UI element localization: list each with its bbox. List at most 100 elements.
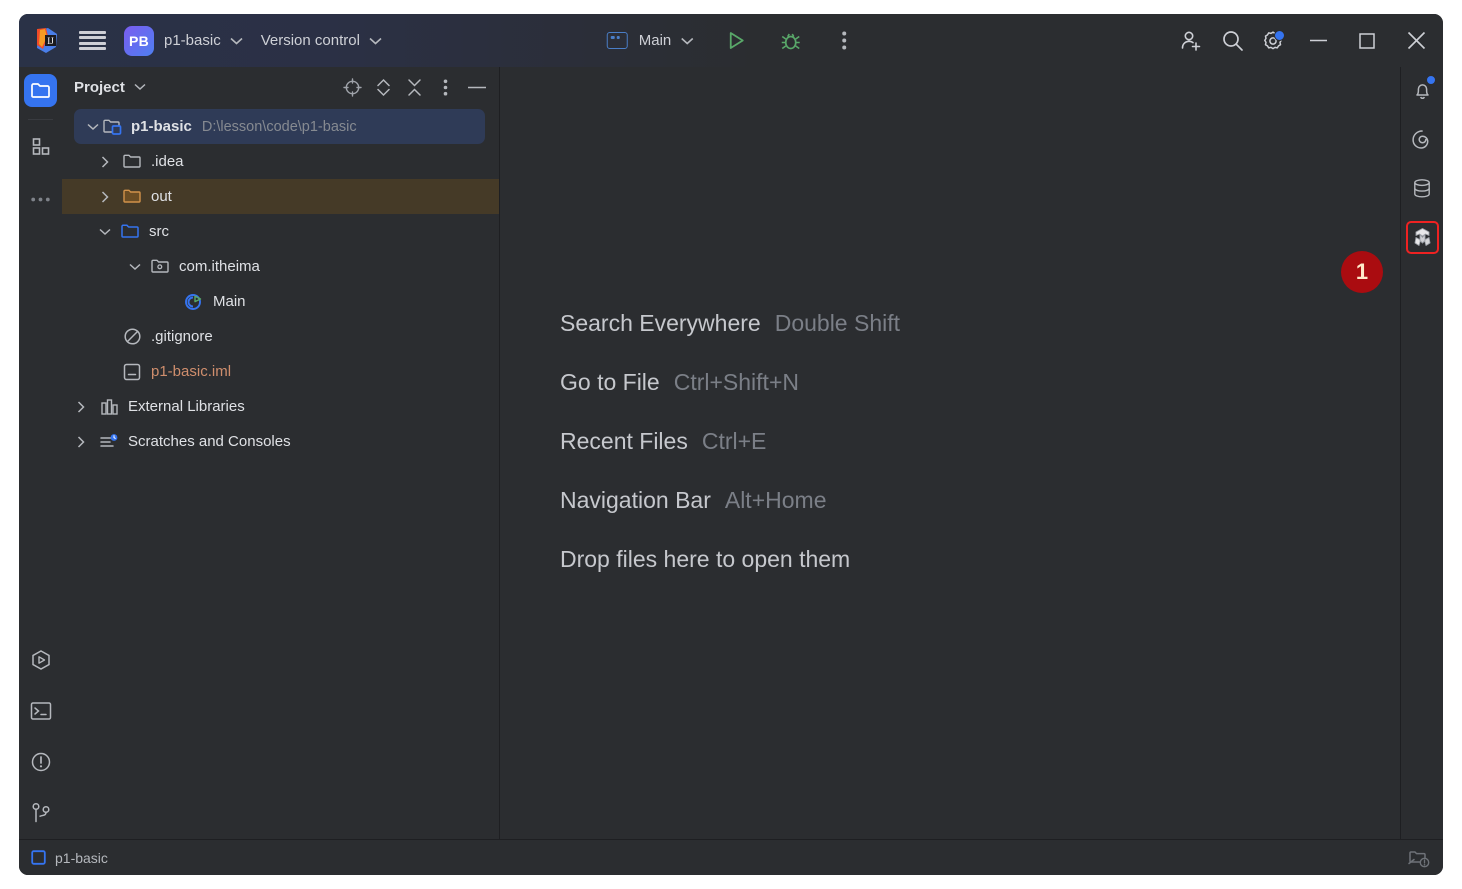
chevron-right-icon[interactable] [72, 400, 89, 413]
collapse-all-button[interactable] [400, 73, 429, 102]
tree-row-main[interactable]: Main [62, 284, 499, 319]
select-opened-file-button[interactable] [338, 73, 367, 102]
chevron-down-icon[interactable] [126, 263, 143, 271]
settings-button[interactable] [1254, 22, 1292, 60]
editor-hints: Search Everywhere Double Shift Go to Fil… [560, 310, 900, 605]
tree-row-src[interactable]: src [62, 214, 499, 249]
collapse-all-icon [407, 78, 422, 97]
debug-button[interactable] [771, 22, 809, 60]
hint-shortcut: Alt+Home [724, 487, 827, 513]
more-vertical-icon [842, 31, 847, 50]
hint-title: Drop files here to open them [560, 546, 851, 572]
sidebar-item-terminal[interactable] [24, 694, 57, 727]
chevron-right-icon[interactable] [96, 190, 113, 203]
module-square-icon [31, 850, 46, 865]
run-play-icon [726, 30, 747, 51]
status-bar-left: p1-basic [31, 850, 108, 866]
sidebar-item-problems[interactable] [24, 745, 57, 778]
sidebar-item-version-control[interactable] [24, 796, 57, 829]
chevron-down-icon [680, 37, 693, 45]
hint-shortcut: Ctrl+Shift+N [673, 369, 799, 395]
tree-label: out [151, 188, 172, 205]
chevron-down-icon [369, 37, 382, 45]
add-account-button[interactable] [1172, 22, 1210, 60]
project-folder-icon [101, 118, 123, 135]
run-button[interactable] [717, 22, 755, 60]
project-avatar: PB [124, 25, 154, 56]
tree-label: p1-basic.iml [151, 363, 232, 380]
crosshair-icon [343, 77, 362, 97]
more-vertical-icon [443, 79, 448, 96]
version-control-label: Version control [260, 32, 360, 49]
tree-label: External Libraries [128, 398, 245, 415]
libraries-icon [98, 398, 120, 416]
ellipsis-icon [31, 197, 50, 202]
editor-empty-area[interactable]: Search Everywhere Double Shift Go to Fil… [500, 67, 1400, 839]
tree-label: src [149, 223, 169, 240]
chevron-down-icon [230, 37, 243, 45]
hint-title: Recent Files [560, 428, 688, 454]
project-panel-actions [338, 73, 491, 102]
project-name-label: p1-basic [164, 32, 221, 49]
hint-drop-files: Drop files here to open them [560, 546, 900, 573]
tree-row-p1-basic[interactable]: p1-basic D:\lesson\code\p1-basic [74, 109, 485, 144]
chevron-right-icon[interactable] [72, 435, 89, 448]
hide-panel-button[interactable] [462, 73, 491, 102]
sidebar-item-project[interactable] [24, 74, 57, 107]
project-tree[interactable]: p1-basic D:\lesson\code\p1-basic .idea o… [62, 107, 499, 839]
scratches-icon [98, 433, 120, 451]
package-icon [149, 258, 171, 275]
tree-row-out[interactable]: out [62, 179, 499, 214]
minimize-window-button[interactable] [1295, 14, 1341, 67]
sidebar-item-run[interactable] [24, 643, 57, 676]
sidebar-item-notifications[interactable] [1406, 74, 1439, 107]
ide-body: Project p1-basic D:\lesson\code\p1-basic… [19, 67, 1443, 839]
toolbar-left-group: IJ PB p1-basic Version control [19, 14, 391, 67]
hint-recent-files: Recent Files Ctrl+E [560, 428, 900, 455]
run-configuration-selector[interactable]: Main [599, 24, 702, 58]
version-control-widget[interactable]: Version control [252, 14, 391, 67]
toolbar-right-group [1172, 14, 1443, 67]
project-widget[interactable]: PB p1-basic [115, 14, 252, 67]
sidebar-item-maven[interactable] [1405, 221, 1439, 254]
maven-icon [1411, 226, 1434, 249]
chevron-right-icon[interactable] [96, 155, 113, 168]
hint-title: Go to File [560, 369, 660, 395]
folder-excluded-icon [121, 188, 143, 205]
tree-label: .idea [151, 153, 184, 170]
tree-row-iml[interactable]: p1-basic.iml [62, 354, 499, 389]
hint-go-to-file: Go to File Ctrl+Shift+N [560, 369, 900, 396]
project-panel-header: Project [62, 67, 499, 107]
maximize-window-button[interactable] [1344, 14, 1390, 67]
file-sync-icon[interactable] [1406, 847, 1431, 869]
left-rail-bottom-group [24, 643, 57, 833]
sidebar-item-database[interactable] [1406, 172, 1439, 205]
chevron-down-icon[interactable] [84, 123, 101, 131]
tree-row-gitignore[interactable]: .gitignore [62, 319, 499, 354]
chevron-down-icon[interactable] [134, 83, 146, 91]
panel-options-button[interactable] [431, 73, 460, 102]
right-tool-rail [1400, 67, 1443, 839]
tree-row-external-libraries[interactable]: External Libraries [62, 389, 499, 424]
tree-row-scratches[interactable]: Scratches and Consoles [62, 424, 499, 459]
expand-collapse-button[interactable] [369, 73, 398, 102]
folder-source-icon [119, 223, 141, 240]
sidebar-item-structure[interactable] [24, 130, 57, 163]
more-actions-button[interactable] [825, 22, 863, 60]
intellij-idea-logo-icon: IJ [34, 27, 61, 54]
java-class-runnable-icon [183, 292, 205, 312]
folder-gray-icon [121, 153, 143, 170]
hamburger-menu-icon [79, 30, 106, 51]
tree-row-com-itheima[interactable]: com.itheima [62, 249, 499, 284]
main-menu-button[interactable] [70, 14, 115, 67]
notification-badge [1425, 75, 1436, 85]
tree-label: com.itheima [179, 258, 260, 275]
branch-icon [31, 802, 51, 824]
sidebar-item-more[interactable] [24, 183, 57, 216]
close-window-button[interactable] [1393, 14, 1439, 67]
sidebar-item-ai-assistant[interactable] [1406, 123, 1439, 156]
search-button[interactable] [1213, 22, 1251, 60]
tree-row-idea[interactable]: .idea [62, 144, 499, 179]
database-icon [1412, 178, 1432, 199]
chevron-down-icon[interactable] [96, 228, 113, 236]
